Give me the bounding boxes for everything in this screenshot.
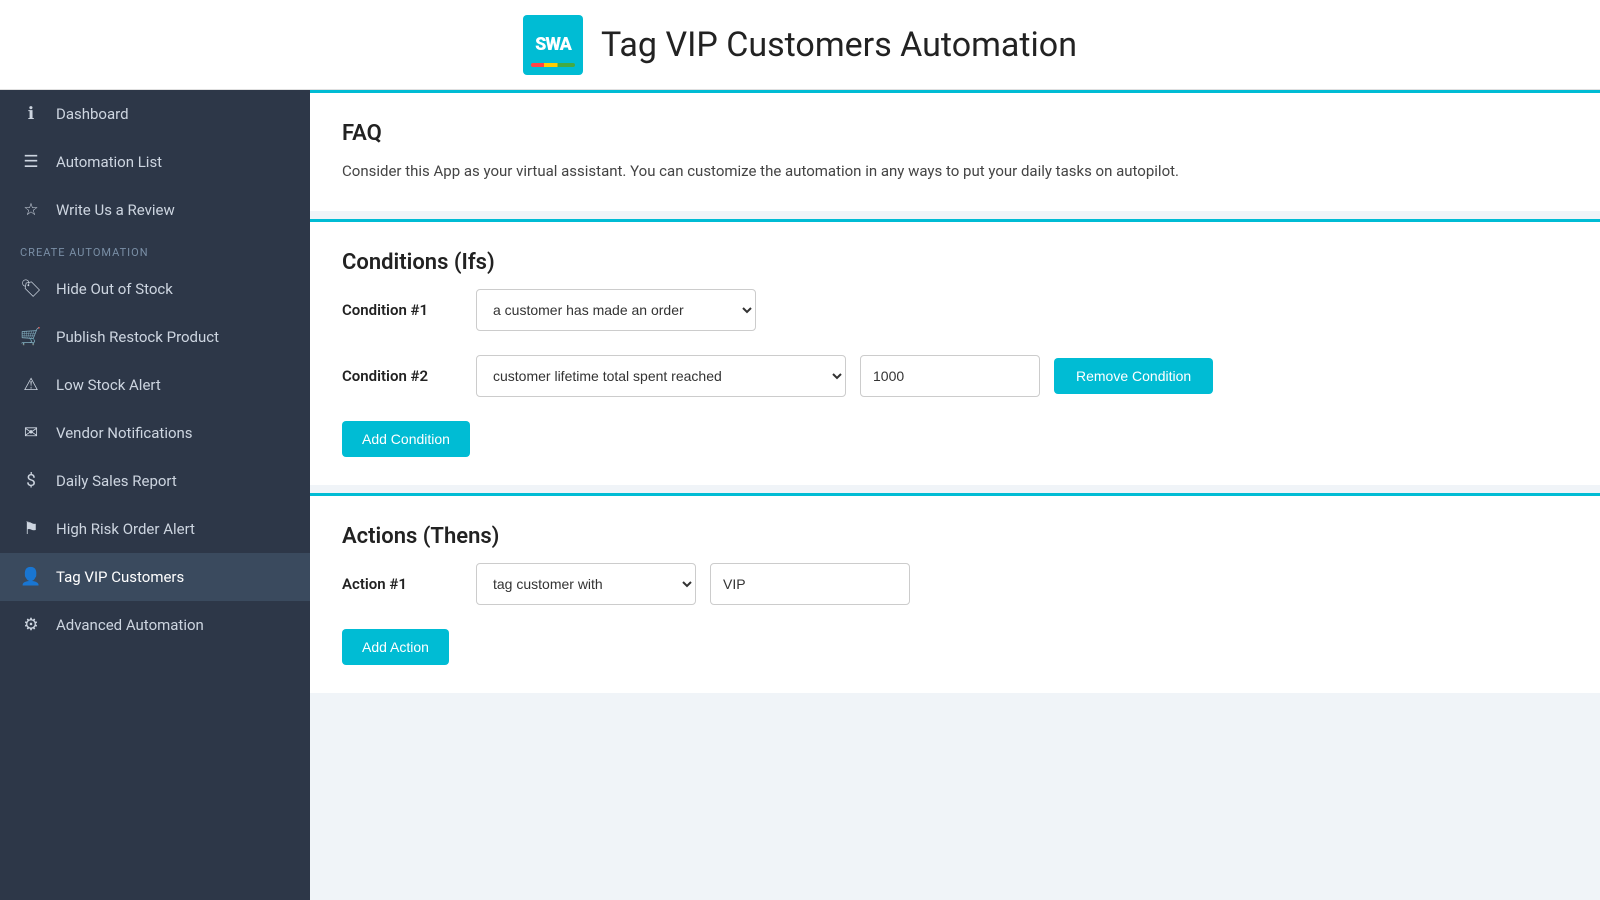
sidebar-label-daily-sales-report: Daily Sales Report bbox=[56, 472, 177, 490]
remove-condition-button[interactable]: Remove Condition bbox=[1054, 358, 1213, 394]
sidebar-label-dashboard: Dashboard bbox=[56, 105, 129, 123]
app-logo: SWA bbox=[523, 15, 583, 75]
sidebar-label-tag-vip: Tag VIP Customers bbox=[56, 568, 184, 586]
action-1-tag-input[interactable] bbox=[710, 563, 910, 605]
sidebar-item-advanced-automation[interactable]: ⚙ Advanced Automation bbox=[0, 601, 310, 649]
star-icon: ☆ bbox=[20, 200, 42, 220]
sidebar-item-publish-restock[interactable]: 🛒 Publish Restock Product bbox=[0, 313, 310, 361]
actions-title: Actions (Thens) bbox=[342, 524, 1568, 549]
condition-2-select[interactable]: a customer has made an order customer li… bbox=[476, 355, 846, 397]
condition-2-label: Condition #2 bbox=[342, 367, 462, 385]
sidebar-item-tag-vip[interactable]: 👤 Tag VIP Customers bbox=[0, 553, 310, 601]
sidebar-label-low-stock-alert: Low Stock Alert bbox=[56, 376, 161, 394]
flag-icon: ⚑ bbox=[20, 519, 42, 539]
sidebar-item-vendor-notifications[interactable]: ✉ Vendor Notifications bbox=[0, 409, 310, 457]
logo-text: SWA bbox=[535, 34, 571, 55]
list-icon: ☰ bbox=[20, 152, 42, 172]
sidebar: ℹ Dashboard ☰ Automation List ☆ Write Us… bbox=[0, 90, 310, 900]
main-content: FAQ Consider this App as your virtual as… bbox=[310, 90, 1600, 900]
gear-icon: ⚙ bbox=[20, 615, 42, 635]
action-1-row: Action #1 tag customer with send email a… bbox=[342, 563, 1568, 605]
sidebar-label-high-risk-order: High Risk Order Alert bbox=[56, 520, 195, 538]
faq-section: FAQ Consider this App as your virtual as… bbox=[310, 90, 1600, 211]
user-icon: 👤 bbox=[20, 567, 42, 587]
sidebar-item-high-risk-order[interactable]: ⚑ High Risk Order Alert bbox=[0, 505, 310, 553]
add-condition-button[interactable]: Add Condition bbox=[342, 421, 470, 457]
create-automation-label: CREATE AUTOMATION bbox=[0, 234, 310, 265]
sidebar-item-low-stock-alert[interactable]: ⚠ Low Stock Alert bbox=[0, 361, 310, 409]
conditions-title: Conditions (Ifs) bbox=[342, 250, 1568, 275]
action-1-select[interactable]: tag customer with send email add discoun… bbox=[476, 563, 696, 605]
sidebar-label-vendor-notifications: Vendor Notifications bbox=[56, 424, 193, 442]
condition-2-row: Condition #2 a customer has made an orde… bbox=[342, 355, 1568, 397]
cart-icon: 🛒 bbox=[20, 327, 42, 347]
header: SWA Tag VIP Customers Automation bbox=[0, 0, 1600, 90]
condition-1-row: Condition #1 a customer has made an orde… bbox=[342, 289, 1568, 331]
sidebar-label-publish-restock: Publish Restock Product bbox=[56, 328, 219, 346]
layout: ℹ Dashboard ☰ Automation List ☆ Write Us… bbox=[0, 90, 1600, 900]
sidebar-item-dashboard[interactable]: ℹ Dashboard bbox=[0, 90, 310, 138]
info-icon: ℹ bbox=[20, 104, 42, 124]
sidebar-label-advanced-automation: Advanced Automation bbox=[56, 616, 204, 634]
sidebar-label-write-review: Write Us a Review bbox=[56, 201, 175, 219]
mail-icon: ✉ bbox=[20, 423, 42, 443]
sidebar-item-automation-list[interactable]: ☰ Automation List bbox=[0, 138, 310, 186]
condition-1-label: Condition #1 bbox=[342, 301, 462, 319]
sidebar-item-daily-sales-report[interactable]: $ Daily Sales Report bbox=[0, 457, 310, 505]
dollar-icon: $ bbox=[20, 471, 42, 491]
page-title: Tag VIP Customers Automation bbox=[601, 25, 1077, 65]
sidebar-item-write-review[interactable]: ☆ Write Us a Review bbox=[0, 186, 310, 234]
actions-section: Actions (Thens) Action #1 tag customer w… bbox=[310, 493, 1600, 693]
faq-title: FAQ bbox=[342, 121, 1568, 146]
condition-2-value-input[interactable] bbox=[860, 355, 1040, 397]
condition-1-select[interactable]: a customer has made an order customer li… bbox=[476, 289, 756, 331]
sidebar-label-hide-out-of-stock: Hide Out of Stock bbox=[56, 280, 173, 298]
tag-icon: 🏷 bbox=[20, 279, 42, 299]
sidebar-label-automation-list: Automation List bbox=[56, 153, 162, 171]
faq-description: Consider this App as your virtual assist… bbox=[342, 160, 1568, 183]
action-1-label: Action #1 bbox=[342, 575, 462, 593]
sidebar-item-hide-out-of-stock[interactable]: 🏷 Hide Out of Stock bbox=[0, 265, 310, 313]
conditions-section: Conditions (Ifs) Condition #1 a customer… bbox=[310, 219, 1600, 485]
warning-icon: ⚠ bbox=[20, 375, 42, 395]
add-action-button[interactable]: Add Action bbox=[342, 629, 449, 665]
